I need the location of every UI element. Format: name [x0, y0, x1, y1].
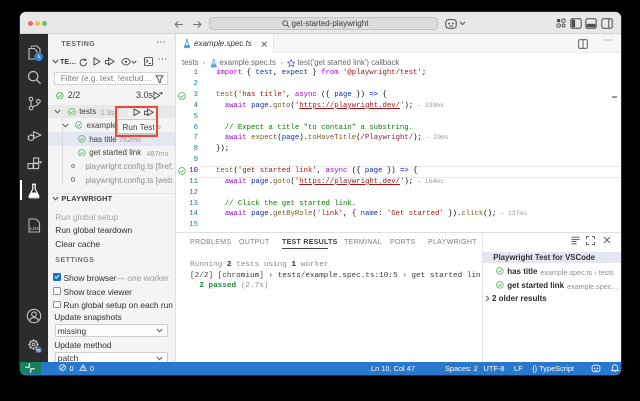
svg-text:LOG: LOG: [30, 226, 40, 231]
svg-text:TE: TE: [36, 348, 41, 352]
